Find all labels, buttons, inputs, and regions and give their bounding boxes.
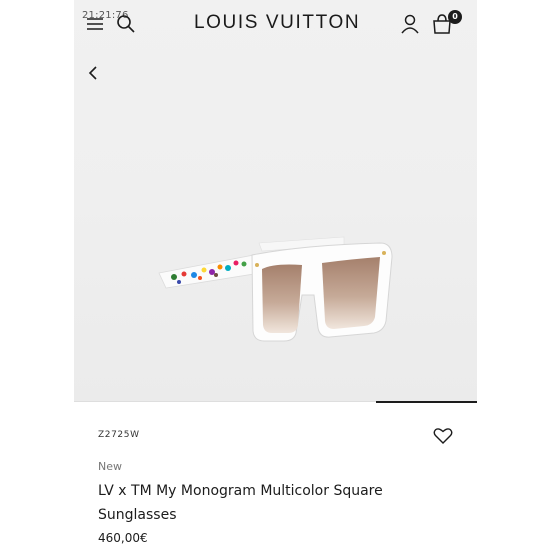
left-blank-margin <box>0 0 74 550</box>
brand-logo[interactable]: LOUIS VUITTON <box>194 12 360 34</box>
menu-icon[interactable] <box>86 15 104 33</box>
product-name: LV x TM My Monogram Multicolor Square Su… <box>98 483 383 523</box>
top-navigation-bar: 21:21:76 LOUIS VUITTON 0 <box>74 0 477 50</box>
sunglasses-image <box>158 236 393 342</box>
product-gallery[interactable] <box>74 0 477 402</box>
right-blank-margin <box>477 0 550 550</box>
product-sku: Z2725W <box>98 430 140 440</box>
back-icon[interactable] <box>86 64 100 82</box>
bag-count-badge: 0 <box>448 10 462 24</box>
new-badge: New <box>98 460 122 473</box>
product-price: 460,00€ <box>98 531 148 545</box>
account-icon[interactable] <box>400 13 420 35</box>
gallery-progress-indicator <box>376 401 477 403</box>
search-icon[interactable] <box>116 14 136 34</box>
heart-icon[interactable] <box>433 427 453 445</box>
product-page: 21:21:76 LOUIS VUITTON 0 Z2725W New LV x <box>74 0 477 550</box>
